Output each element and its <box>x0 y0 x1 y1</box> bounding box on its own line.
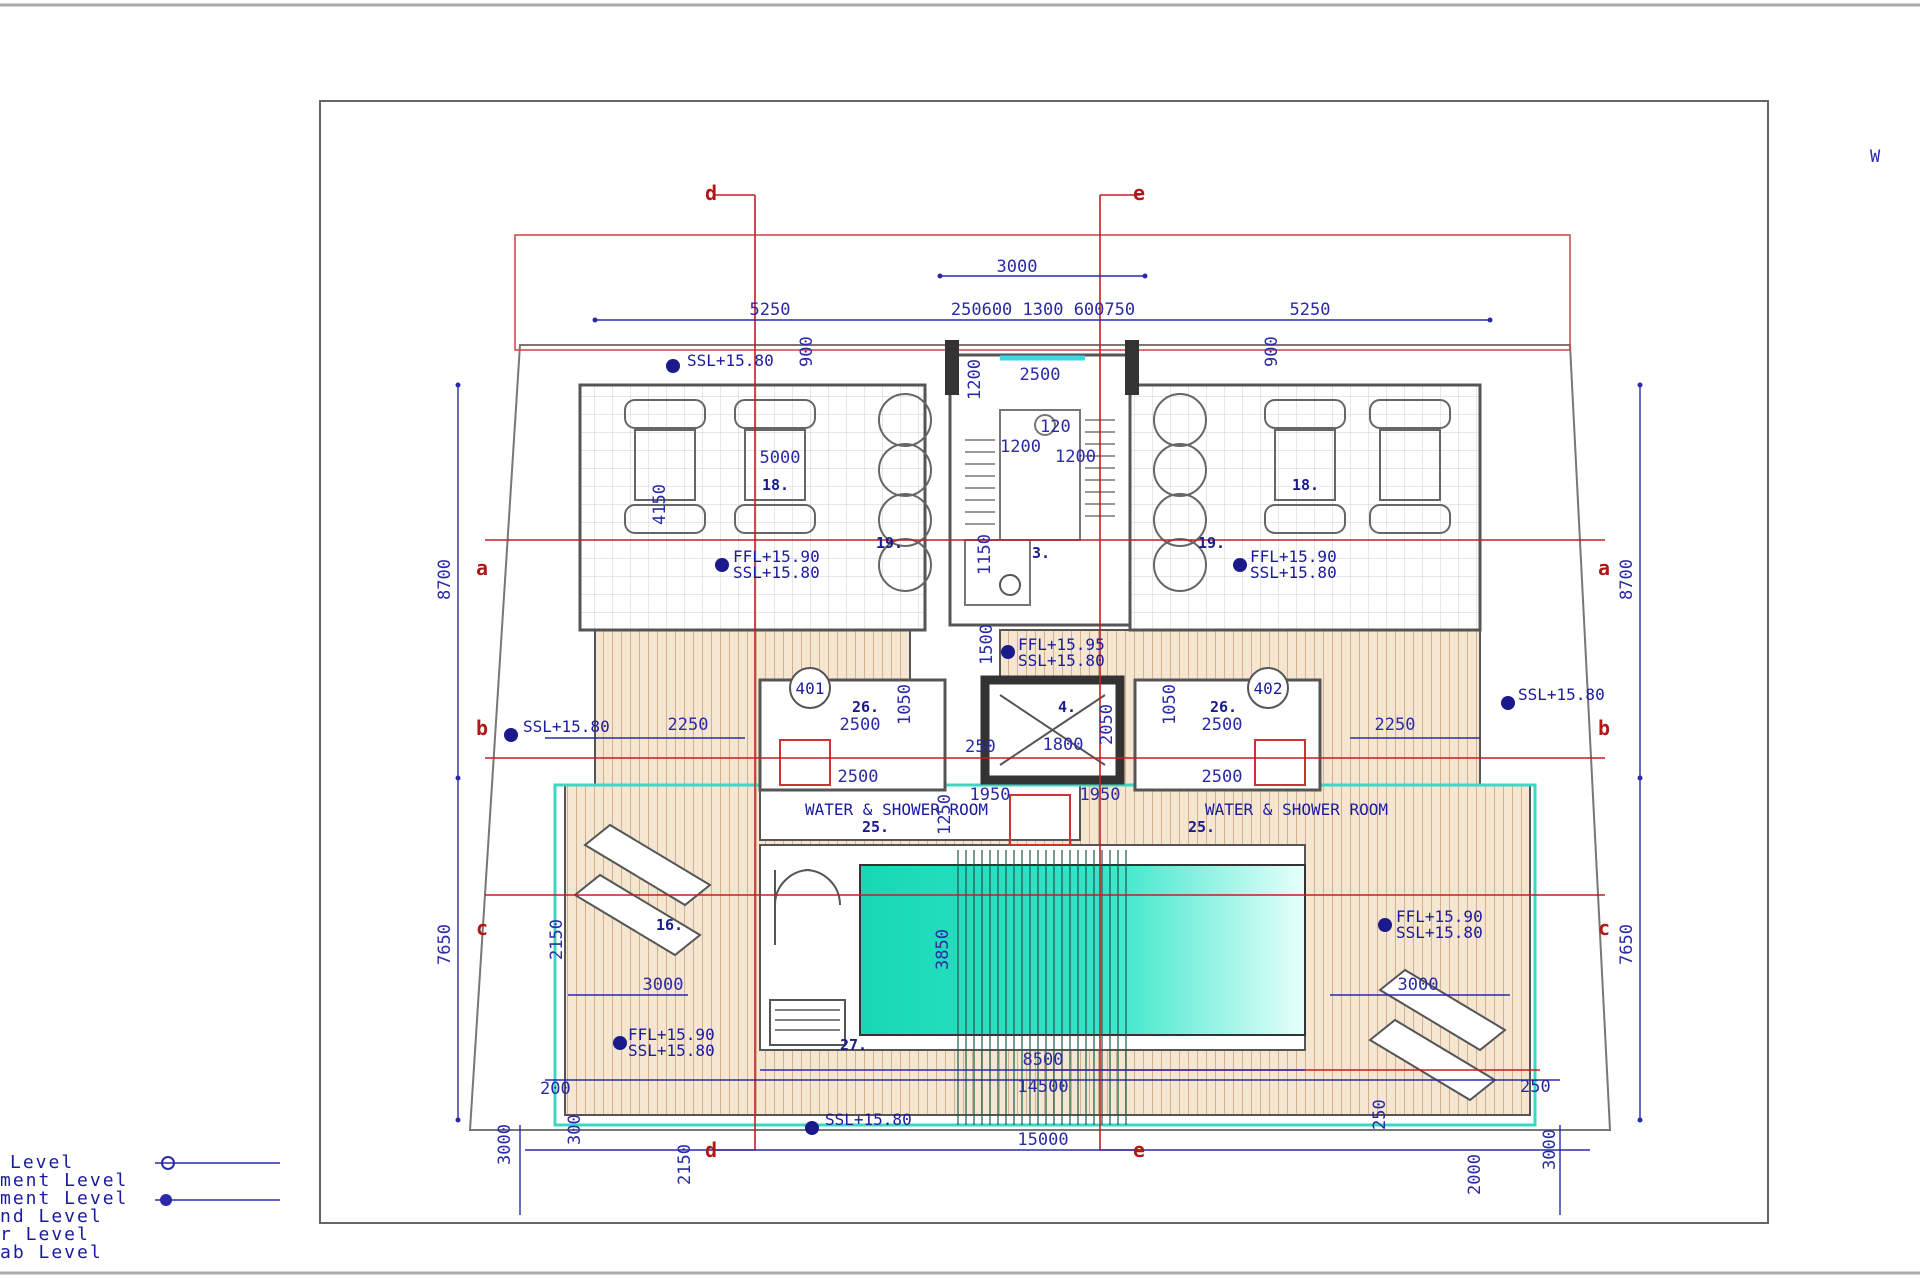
dim-right-top: 5250 <box>1290 300 1331 320</box>
dim-stair-width: 2500 <box>1020 365 1061 385</box>
right-bath-number: 19. <box>1198 534 1225 552</box>
dim-right-lower: 7650 <box>1617 924 1637 965</box>
grid-label-b-left: b <box>476 716 488 740</box>
dim-bottom-b3: 3000 <box>495 1124 515 1165</box>
floor-plan-drawing: W 3000 5250 250600 1300 600750 5250 2500… <box>0 0 1920 1280</box>
wc-left-badge-text: 401 <box>796 679 825 698</box>
legend-item-6: ab Level <box>0 1242 103 1263</box>
plant-right-number: 25. <box>1188 818 1215 836</box>
swimming-pool <box>859 864 1306 1036</box>
grid-label-c-left: c <box>476 916 488 940</box>
level-ssl-mid-right: SSL+15.80 <box>1518 685 1605 704</box>
dim-left-top: 5250 <box>750 300 791 320</box>
dim-left-room-width: 5000 <box>760 448 801 468</box>
pool-stairs-dim-left: 1950 <box>970 785 1011 805</box>
dim-core-6: 1150 <box>975 534 995 575</box>
dim-left-upper: 8700 <box>435 559 455 600</box>
dim-bottom-b6: 3000 <box>1540 1129 1560 1170</box>
left-bath-number: 19. <box>876 534 903 552</box>
dim-core-5: 1500 <box>977 624 997 665</box>
grid-label-bottom-right: e <box>1133 1138 1145 1162</box>
wc-right-width: 2500 <box>1202 715 1243 735</box>
wc-left-number: 26. <box>852 698 879 716</box>
right-room-number: 18. <box>1292 476 1319 494</box>
level-ssl-bottom: SSL+15.80 <box>825 1110 912 1129</box>
plant-left-label: WATER & SHOWER ROOM <box>805 800 988 819</box>
level-ssl-terrace-left: SSL+15.80 <box>628 1041 715 1060</box>
left-room-18 <box>578 383 927 632</box>
core-ramp-box <box>1009 794 1071 846</box>
right-room-18 <box>1128 383 1482 632</box>
terrace-right-side: 2250 <box>1375 715 1416 735</box>
dim-core-1: 1200 <box>1000 437 1041 457</box>
dim-bottom-b2: 300 <box>565 1114 585 1145</box>
pool-width: 8500 <box>1023 1050 1064 1070</box>
grid-label-a-left: a <box>476 556 488 580</box>
grid-label-b-right: b <box>1598 716 1610 740</box>
north-arrow-icon: W <box>1870 147 1881 167</box>
dim-bottom-b8: 250 <box>1520 1077 1551 1097</box>
wc-left-width-2: 2500 <box>838 767 879 787</box>
dim-overall-top: 3000 <box>997 257 1038 277</box>
left-room-number: 18. <box>762 476 789 494</box>
grid-label-top-right: e <box>1133 181 1145 205</box>
pool-stairs-dim-right: 1950 <box>1080 785 1121 805</box>
lift-dim-2: 250 <box>965 737 996 757</box>
lift-number: 4. <box>1058 698 1076 716</box>
core-wall-left <box>945 340 959 395</box>
grid-label-c-right: c <box>1598 916 1610 940</box>
dim-core-4: 120 <box>1040 417 1071 437</box>
level-ssl-terrace-right: SSL+15.80 <box>1396 923 1483 942</box>
dim-right-offset: 900 <box>1262 336 1282 367</box>
wc-right-number: 26. <box>1210 698 1237 716</box>
dim-core-7: 2050 <box>1097 704 1117 745</box>
stair-number: 3. <box>1032 544 1050 562</box>
grid-label-a-right: a <box>1598 556 1610 580</box>
wc-right-width-2: 2500 <box>1202 767 1243 787</box>
grid-label-bottom-left: d <box>705 1138 717 1162</box>
legend-finish-icon <box>160 1194 172 1206</box>
wc-right-depth: 1050 <box>1160 684 1180 725</box>
wc-left-depth: 1050 <box>895 684 915 725</box>
wc-right-badge-text: 402 <box>1254 679 1283 698</box>
dim-left-lower: 7650 <box>435 924 455 965</box>
grid-label-top-left: d <box>705 181 717 205</box>
level-ssl-left: SSL+15.80 <box>733 563 820 582</box>
lift-dim: 1800 <box>1043 735 1084 755</box>
level-ssl-mid-left: SSL+15.80 <box>523 717 610 736</box>
dim-bottom-b4: 2150 <box>675 1144 695 1185</box>
plan-canvas: W 3000 5250 250600 1300 600750 5250 2500… <box>0 3 1920 1275</box>
level-ssl-top: SSL+15.80 <box>687 351 774 370</box>
core-wall-right <box>1125 340 1139 395</box>
canopy-outline <box>514 234 1571 351</box>
level-ssl-right: SSL+15.80 <box>1250 563 1337 582</box>
pool-depth: 3850 <box>933 929 953 970</box>
pool-number: 27. <box>840 1036 867 1054</box>
dim-core-2: 1200 <box>1055 447 1096 467</box>
dim-core-vertical: 1250 <box>935 794 955 835</box>
terrace-number: 16. <box>656 916 683 934</box>
dim-left-room-depth: 4150 <box>650 484 670 525</box>
dim-bottom-b1: 200 <box>540 1079 571 1099</box>
dim-bottom-b7: 250 <box>1370 1099 1390 1130</box>
dim-left-offset: 900 <box>797 336 817 367</box>
dim-bottom-b5: 2000 <box>1465 1154 1485 1195</box>
dim-right-upper: 8700 <box>1617 559 1637 600</box>
dim-core-3: 1200 <box>965 359 985 400</box>
terrace-right-dim: 3000 <box>1398 975 1439 995</box>
terrace-left-dim: 3000 <box>643 975 684 995</box>
terrace-left-side: 2250 <box>668 715 709 735</box>
wc-left-width: 2500 <box>840 715 881 735</box>
level-ssl-core: SSL+15.80 <box>1018 651 1105 670</box>
dim-bottom-overall: 15000 <box>1017 1130 1068 1150</box>
dim-center-top: 250600 1300 600750 <box>951 300 1135 320</box>
dim-left-mid: 2150 <box>547 919 567 960</box>
dim-bottom-inner: 14500 <box>1017 1077 1068 1097</box>
plant-left-number: 25. <box>862 818 889 836</box>
plant-right-label: WATER & SHOWER ROOM <box>1205 800 1388 819</box>
